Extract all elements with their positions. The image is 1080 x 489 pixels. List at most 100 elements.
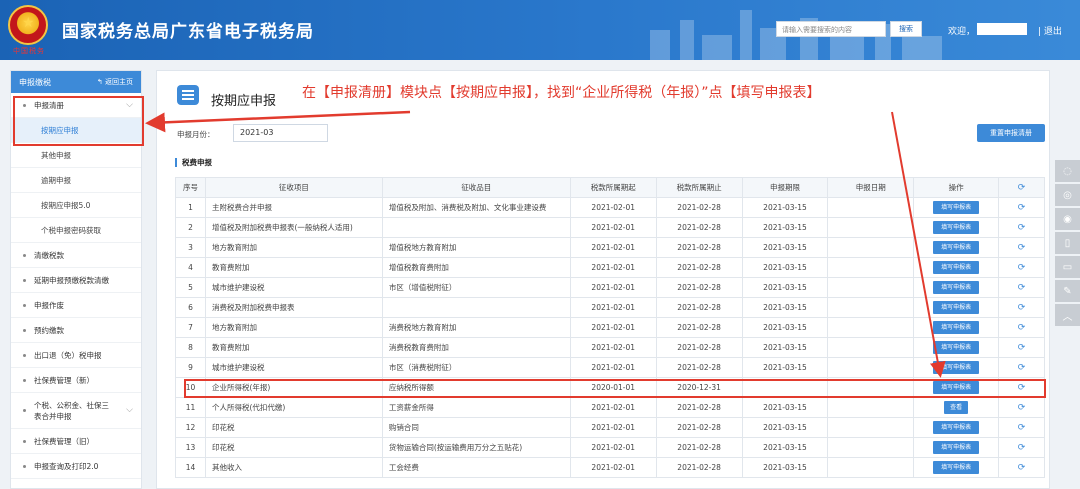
tablet-icon[interactable]: ▭ [1055,256,1080,278]
sidebar-item-deferred-filing[interactable]: 延期申报预缴税款清缴 [11,268,141,293]
fill-form-button[interactable]: 填写申报表 [933,201,980,214]
fill-form-button[interactable]: 填写申报表 [933,261,980,274]
table-row: 5 城市维护建设税 市区（增值税附征） 2021-02-01 2021-02-28 202… [175,277,1045,298]
cell-tax-category [381,217,571,238]
site-title: 国家税务总局广东省电子税务局 [62,22,314,42]
fill-form-button[interactable]: 填写申报表 [933,421,980,434]
refresh-icon[interactable]: ⟳ [1018,403,1026,413]
month-label: 申报月份： [177,130,215,139]
cell-operation: 查看 [913,397,1000,418]
sidebar-item-tax-clearance[interactable]: 清缴税款 [11,243,141,268]
refresh-icon[interactable]: ⟳ [1018,323,1026,333]
sidebar-item-social-insurance-old[interactable]: 社保费管理（旧） [11,429,141,454]
refresh-icon[interactable]: ⟳ [1018,363,1026,373]
sidebar-item-other-filing[interactable]: 其他申报 [11,143,141,168]
filing-month-input[interactable]: 2021-03 [233,124,328,142]
fill-form-button[interactable]: 填写申报表 [933,281,980,294]
cell-index: 4 [175,257,206,278]
fill-form-button[interactable]: 填写申报表 [933,341,980,354]
cell-index: 7 [175,317,206,338]
cell-deadline: 2021-03-15 [741,457,829,478]
back-home-link[interactable]: ↰ 返回主页 [97,77,133,87]
cell-operation: 填写申报表 [913,237,1000,258]
cell-index: 13 [175,437,206,458]
fill-form-button[interactable]: 填写申报表 [933,321,980,334]
cell-filing-date [827,337,915,358]
scroll-top-icon[interactable]: ︿ [1055,304,1080,326]
header-period-end: 税款所属期止 [655,177,743,198]
cell-refresh: ⟳ [998,357,1045,378]
refresh-icon[interactable]: ⟳ [1018,243,1026,253]
cell-operation: 填写申报表 [913,257,1000,278]
cell-period-start: 2021-02-01 [569,437,657,458]
sidebar-item-iit-password[interactable]: 个税申报密码获取 [11,218,141,243]
cell-deadline: 2021-03-15 [741,437,829,458]
cell-refresh: ⟳ [998,417,1045,438]
refresh-icon[interactable]: ⟳ [1018,203,1026,213]
edit-icon[interactable]: ✎ [1055,280,1080,302]
table-row: 12 印花税 购销合同 2021-02-01 2021-02-28 2021-03-15 填… [175,417,1045,438]
refresh-icon[interactable]: ⟳ [1018,443,1026,453]
cell-period-end: 2021-02-28 [655,257,743,278]
chat-icon[interactable]: ◌ [1055,160,1080,182]
sidebar-item-social-insurance-new[interactable]: 社保费管理（新） [11,368,141,393]
refresh-icon[interactable]: ⟳ [1018,343,1026,353]
refresh-icon[interactable]: ⟳ [1018,223,1026,233]
cell-index: 3 [175,237,206,258]
cell-index: 11 [175,397,206,418]
refresh-all-icon[interactable]: ⟳ [998,177,1045,198]
cell-period-end: 2021-02-28 [655,317,743,338]
sidebar-item-filing-void[interactable]: 申报作废 [11,293,141,318]
national-emblem-icon: ★ [8,5,48,45]
fill-form-button[interactable]: 填写申报表 [933,301,980,314]
cell-period-start: 2021-02-01 [569,197,657,218]
refresh-icon[interactable]: ⟳ [1018,423,1026,433]
main-panel: 按期应申报 在【申报清册】模块点【按期应申报】，找到“企业所得税（年报）”点【填… [156,70,1050,489]
sidebar-item-scheduled-payment[interactable]: 预约缴款 [11,318,141,343]
view-button[interactable]: 查看 [944,401,969,414]
sidebar-item-periodic-filing-5[interactable]: 按期应申报5.0 [11,193,141,218]
cell-deadline: 2021-03-15 [741,277,829,298]
emblem-caption: 中国税务 [13,47,45,55]
refresh-icon[interactable]: ⟳ [1018,263,1026,273]
sidebar-item-overdue-filing[interactable]: 逾期申报 [11,168,141,193]
refresh-icon[interactable]: ⟳ [1018,463,1026,473]
refresh-icon[interactable]: ⟳ [1018,283,1026,293]
cell-operation: 填写申报表 [913,357,1000,378]
cell-period-end: 2021-02-28 [655,337,743,358]
reset-filing-list-button[interactable]: 重置申报清册 [977,124,1045,142]
cell-period-end: 2021-02-28 [655,357,743,378]
cell-tax-category: 货物运输合同(按运输费用万分之五贴花) [381,437,571,458]
table-row: 11 个人所得税(代扣代缴) 工资薪金所得 2021-02-01 2021-02-28 2… [175,397,1045,418]
fill-form-button[interactable]: 填写申报表 [933,361,980,374]
search-input[interactable]: 请输入需要搜索的内容 [776,21,886,37]
cell-tax-item: 教育费附加 [204,257,383,278]
logout-link[interactable]: | 退出 [1038,24,1062,37]
username-redacted [977,23,1027,35]
cell-tax-category: 消费税教育费附加 [381,337,571,358]
cell-period-start: 2021-02-01 [569,277,657,298]
back-home-label: 返回主页 [105,78,133,86]
fill-form-button[interactable]: 填写申报表 [933,221,980,234]
fill-form-button[interactable]: 填写申报表 [933,461,980,474]
chat-multi-icon[interactable]: ◎ [1055,184,1080,206]
refresh-icon[interactable]: ⟳ [1018,303,1026,313]
sidebar-item-combined-filing[interactable]: 个税、公积金、社保三表合并申报 ⌵ [11,393,141,429]
weibo-icon[interactable]: ◉ [1055,208,1080,230]
mobile-icon[interactable]: ▯ [1055,232,1080,254]
bullet-icon [23,378,26,382]
list-icon [177,85,199,105]
cell-operation: 填写申报表 [913,317,1000,338]
sidebar-item-export-refund[interactable]: 出口退（免）税申报 [11,343,141,368]
sidebar-item-filing-query[interactable]: 申报查询及打印2.0 [11,454,141,479]
cell-deadline: 2021-03-15 [741,257,829,278]
cell-filing-date [827,457,915,478]
fill-form-button[interactable]: 填写申报表 [933,441,980,454]
floating-toolbar: ◌ ◎ ◉ ▯ ▭ ✎ ︿ [1055,160,1080,328]
cell-tax-item: 城市维护建设税 [204,277,383,298]
cell-period-start: 2021-02-01 [569,237,657,258]
search-button[interactable]: 搜索 [890,21,922,37]
fill-form-button[interactable]: 填写申报表 [933,241,980,254]
cell-refresh: ⟳ [998,457,1045,478]
cell-tax-item: 地方教育附加 [204,237,383,258]
